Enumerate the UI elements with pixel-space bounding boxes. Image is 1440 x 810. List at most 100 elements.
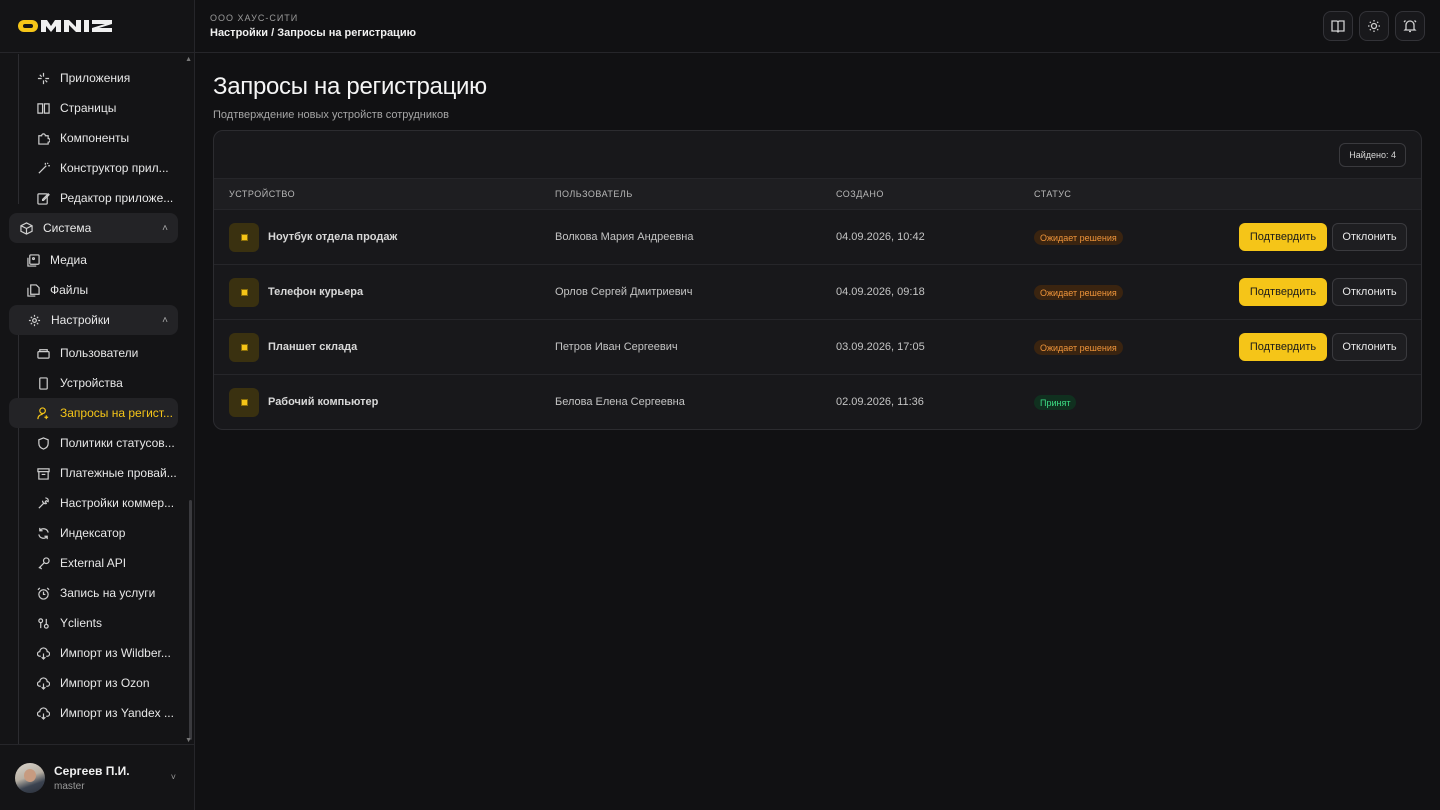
chevron-up-icon: ˄ (162, 222, 168, 234)
sidebar-item-label: Устройства (60, 376, 123, 390)
column-header-status[interactable]: СТАТУС (1034, 189, 1071, 199)
omniz-logo (18, 20, 112, 32)
device-icon (229, 278, 259, 307)
user-name: Петров Иван Сергеевич (555, 341, 678, 353)
device-icon (229, 223, 259, 252)
theme-toggle-button[interactable] (1359, 11, 1389, 41)
sidebar-item-yclients[interactable]: Yclients (0, 608, 194, 638)
sidebar-item-label: Редактор приложе... (60, 191, 174, 205)
column-header-user[interactable]: ПОЛЬЗОВАТЕЛЬ (555, 189, 633, 199)
page-title: Запросы на регистрацию (213, 73, 487, 100)
table-row[interactable]: Планшет склада Петров Иван Сергеевич 03.… (214, 319, 1421, 374)
chevron-up-icon: ˄ (162, 314, 168, 326)
sidebar-item-import-yandex[interactable]: Импорт из Yandex ... (0, 698, 194, 728)
sidebar-item-registration-requests[interactable]: Запросы на регист... (9, 398, 178, 428)
sidebar-group-system[interactable]: Система ˄ (9, 213, 178, 243)
user-name: Орлов Сергей Дмитриевич (555, 286, 693, 298)
user-name: Волкова Мария Андреевна (555, 231, 694, 243)
top-bar: ООО ХАУС-СИТИ Настройки / Запросы на рег… (195, 0, 1440, 53)
created-date: 03.09.2026, 17:05 (836, 341, 925, 353)
sidebar-item-label: Yclients (60, 616, 103, 630)
status-badge: Ожидает решения (1034, 230, 1123, 245)
cloud-download-icon (36, 646, 50, 660)
table-header: УСТРОЙСТВО ПОЛЬЗОВАТЕЛЬ СОЗДАНО СТАТУС (214, 179, 1421, 209)
user-name: Сергеев П.И. (54, 763, 130, 778)
sidebar-item-indexer[interactable]: Индексатор (0, 518, 194, 548)
files-icon (26, 283, 40, 297)
sidebar: Приложения Страницы Компоненты Конструкт… (0, 0, 195, 810)
page-subtitle: Подтверждение новых устройств сотруднико… (213, 109, 449, 121)
confirm-button[interactable]: Подтвердить (1239, 278, 1327, 306)
sidebar-nav: Приложения Страницы Компоненты Конструкт… (0, 54, 194, 744)
column-header-device[interactable]: УСТРОЙСТВО (229, 189, 295, 199)
sun-icon (1368, 20, 1380, 32)
sidebar-item-label: Запросы на регист... (60, 406, 173, 420)
sidebar-item-label: Компоненты (60, 131, 130, 145)
sidebar-item-payment-providers[interactable]: Платежные провай... (0, 458, 194, 488)
column-header-created[interactable]: СОЗДАНО (836, 189, 884, 199)
scroll-down-arrow[interactable]: ▼ (185, 737, 192, 744)
confirm-button[interactable]: Подтвердить (1239, 333, 1327, 361)
user-name: Белова Елена Сергеевна (555, 396, 685, 408)
sidebar-group-settings[interactable]: Настройки ˄ (9, 305, 178, 335)
user-role: master (54, 780, 85, 792)
switch-icon (36, 616, 50, 630)
sidebar-item-label: Медиа (50, 253, 87, 267)
results-count-badge: Найдено: 4 (1339, 143, 1406, 167)
device-icon (229, 333, 259, 362)
book-icon (36, 101, 50, 115)
table-row[interactable]: Рабочий компьютер Белова Елена Сергеевна… (214, 374, 1421, 429)
sidebar-item-import-wildberries[interactable]: Импорт из Wildber... (0, 638, 194, 668)
table-row[interactable]: Телефон курьера Орлов Сергей Дмитриевич … (214, 264, 1421, 319)
sidebar-item-pages[interactable]: Страницы (0, 93, 194, 123)
sidebar-item-label: Система (43, 221, 92, 235)
breadcrumb: Настройки / Запросы на регистрацию (210, 27, 416, 39)
reject-button[interactable]: Отклонить (1332, 333, 1407, 361)
sidebar-item-files[interactable]: Файлы (0, 275, 194, 305)
created-date: 04.09.2026, 09:18 (836, 286, 925, 298)
status-badge: Принят (1034, 395, 1077, 410)
sidebar-item-external-api[interactable]: External API (0, 548, 194, 578)
wand-icon (36, 161, 50, 175)
sidebar-item-label: Импорт из Wildber... (60, 646, 171, 660)
status-badge: Ожидает решения (1034, 285, 1123, 300)
requests-table-card: Найдено: 4 УСТРОЙСТВО ПОЛЬЗОВАТЕЛЬ СОЗДА… (213, 130, 1422, 430)
sidebar-item-devices[interactable]: Устройства (0, 368, 194, 398)
logo[interactable] (0, 0, 194, 53)
sparkles-icon (36, 71, 50, 85)
device-icon (36, 376, 50, 390)
reject-button[interactable]: Отклонить (1332, 278, 1407, 306)
docs-button[interactable] (1323, 11, 1353, 41)
notifications-button[interactable] (1395, 11, 1425, 41)
reject-button[interactable]: Отклонить (1332, 223, 1407, 251)
scroll-up-arrow[interactable]: ▲ (185, 56, 192, 63)
sidebar-item-label: Импорт из Yandex ... (60, 706, 174, 720)
user-menu[interactable]: Сергеев П.И. master ˅ (0, 744, 194, 810)
sidebar-item-service-booking[interactable]: Запись на услуги (0, 578, 194, 608)
edit-icon (36, 191, 50, 205)
sidebar-item-commerce-settings[interactable]: Настройки коммер... (0, 488, 194, 518)
users-box-icon (36, 346, 50, 360)
status-badge: Ожидает решения (1034, 340, 1123, 355)
puzzle-icon (36, 131, 50, 145)
sidebar-item-apps[interactable]: Приложения (0, 63, 194, 93)
confirm-button[interactable]: Подтвердить (1239, 223, 1327, 251)
sidebar-item-components[interactable]: Компоненты (0, 123, 194, 153)
table-row[interactable]: Ноутбук отдела продаж Волкова Мария Андр… (214, 209, 1421, 264)
sidebar-item-app-editor[interactable]: Редактор приложе... (0, 183, 194, 213)
sidebar-item-media[interactable]: Медиа (0, 245, 194, 275)
sidebar-scrollbar[interactable] (189, 500, 192, 740)
sidebar-item-label: Настройки (51, 313, 110, 327)
sidebar-item-label: Пользователи (60, 346, 139, 360)
cloud-download-icon (36, 676, 50, 690)
sidebar-item-label: Запись на услуги (60, 586, 156, 600)
key-icon (36, 556, 50, 570)
sidebar-item-status-policies[interactable]: Политики статусов... (0, 428, 194, 458)
archive-icon (36, 466, 50, 480)
device-name: Ноутбук отдела продаж (268, 231, 398, 243)
book-icon (1331, 20, 1345, 33)
bell-icon (1403, 20, 1417, 33)
sidebar-item-import-ozon[interactable]: Импорт из Ozon (0, 668, 194, 698)
sidebar-item-users[interactable]: Пользователи (0, 338, 194, 368)
sidebar-item-app-builder[interactable]: Конструктор прил... (0, 153, 194, 183)
